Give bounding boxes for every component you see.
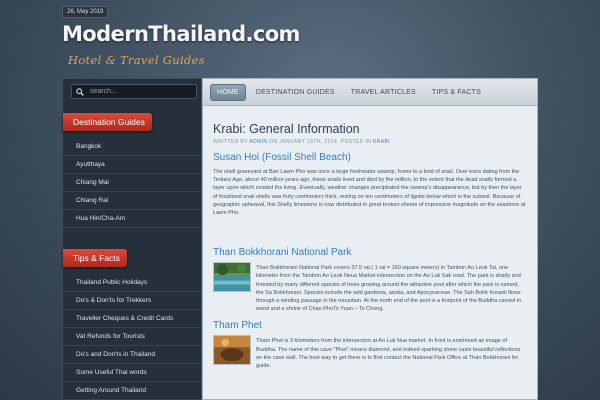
date-badge: 26, May 2019 (62, 6, 109, 18)
sidebar-item-chiang-rai[interactable]: Chiang Rai (63, 192, 201, 210)
main-content: HOME DESTINATION GUIDES TRAVEL ARTICLES … (202, 78, 538, 400)
section-text-tham-phet: Tham Phet is 3 kilometers from the inter… (256, 338, 521, 370)
site-tagline: Hotel & Travel Guides (68, 53, 205, 67)
destination-list: Bangkok Ayutthaya Chiang Mai Chiang Rai … (63, 138, 201, 228)
tips-facts-heading: Tips & Facts (63, 249, 127, 267)
destination-guides-heading: Destination Guides (63, 113, 152, 131)
tips-list: Thailand Public Holidays Do's & Don'ts f… (63, 274, 201, 400)
search-input[interactable] (90, 88, 192, 95)
section-heading-than-bokkhorani: Than Bokkhorani National Park (213, 247, 352, 259)
tab-destination-guides[interactable]: DESTINATION GUIDES (250, 85, 341, 100)
park-photo-thumbnail (213, 262, 251, 293)
sidebar: Destination Guides Bangkok Ayutthaya Chi… (62, 78, 202, 400)
sidebar-item-cheques-cards[interactable]: Traveller Cheques & Credit Cards (63, 310, 201, 328)
section-heading-tham-phet: Tham Phet (213, 320, 262, 332)
sidebar-item-ayutthaya[interactable]: Ayutthaya (63, 156, 201, 174)
meta-category-link[interactable]: KRABI (373, 139, 390, 145)
section-text-susan-hoi: The shell graveyard at Ban Laem Pho was … (213, 169, 526, 217)
tab-travel-articles[interactable]: TRAVEL ARTICLES (345, 85, 422, 100)
post-meta: WRITTEN BY ADMIN ON JANUARY 15TH, 2014. … (213, 139, 527, 145)
sidebar-item-trekkers[interactable]: Do's & Don'ts for Trekkers (63, 292, 201, 310)
tab-home[interactable]: HOME (210, 83, 246, 101)
post: Krabi: General Information WRITTEN BY AD… (203, 122, 537, 370)
top-navigation: HOME DESTINATION GUIDES TRAVEL ARTICLES … (203, 79, 537, 106)
section-body-tham-phet: Tham Phet is 3 kilometers from the inter… (213, 335, 527, 370)
search-box (71, 84, 197, 99)
meta-middle: ON JANUARY 15TH, 2014. POSTED IN (267, 139, 374, 145)
sidebar-item-getting-around[interactable]: Getting Around Thailand (63, 382, 201, 400)
sidebar-item-chiang-mai[interactable]: Chiang Mai (63, 174, 201, 192)
search-icon[interactable] (76, 87, 84, 96)
section-heading-susan-hoi: Susan Hoi (Fossil Shell Beach) (213, 152, 351, 163)
meta-prefix: WRITTEN BY (213, 139, 250, 145)
meta-author-link[interactable]: ADMIN (249, 139, 267, 145)
site-logo[interactable]: ModernThailand.com (62, 22, 300, 46)
sidebar-item-dos-donts[interactable]: Do's and Don'ts in Thailand (63, 346, 201, 364)
sidebar-item-vat-refunds[interactable]: Vat Refunds for Tourists (63, 328, 201, 346)
section-text-than-bokkhorani: Than Bokkhorani National Park covers 37.… (256, 265, 522, 313)
sidebar-item-hua-hin[interactable]: Hua Hin/Cha-Am (63, 210, 201, 228)
sidebar-item-thai-words[interactable]: Some Useful Thai words (63, 364, 201, 382)
tab-tips-facts[interactable]: TIPS & FACTS (426, 85, 487, 100)
sidebar-item-public-holidays[interactable]: Thailand Public Holidays (63, 274, 201, 292)
sidebar-item-bangkok[interactable]: Bangkok (63, 138, 201, 156)
cave-photo-thumbnail (213, 335, 251, 366)
post-title[interactable]: Krabi: General Information (213, 122, 527, 136)
section-body-than-bokkhorani: Than Bokkhorani National Park covers 37.… (213, 262, 527, 313)
